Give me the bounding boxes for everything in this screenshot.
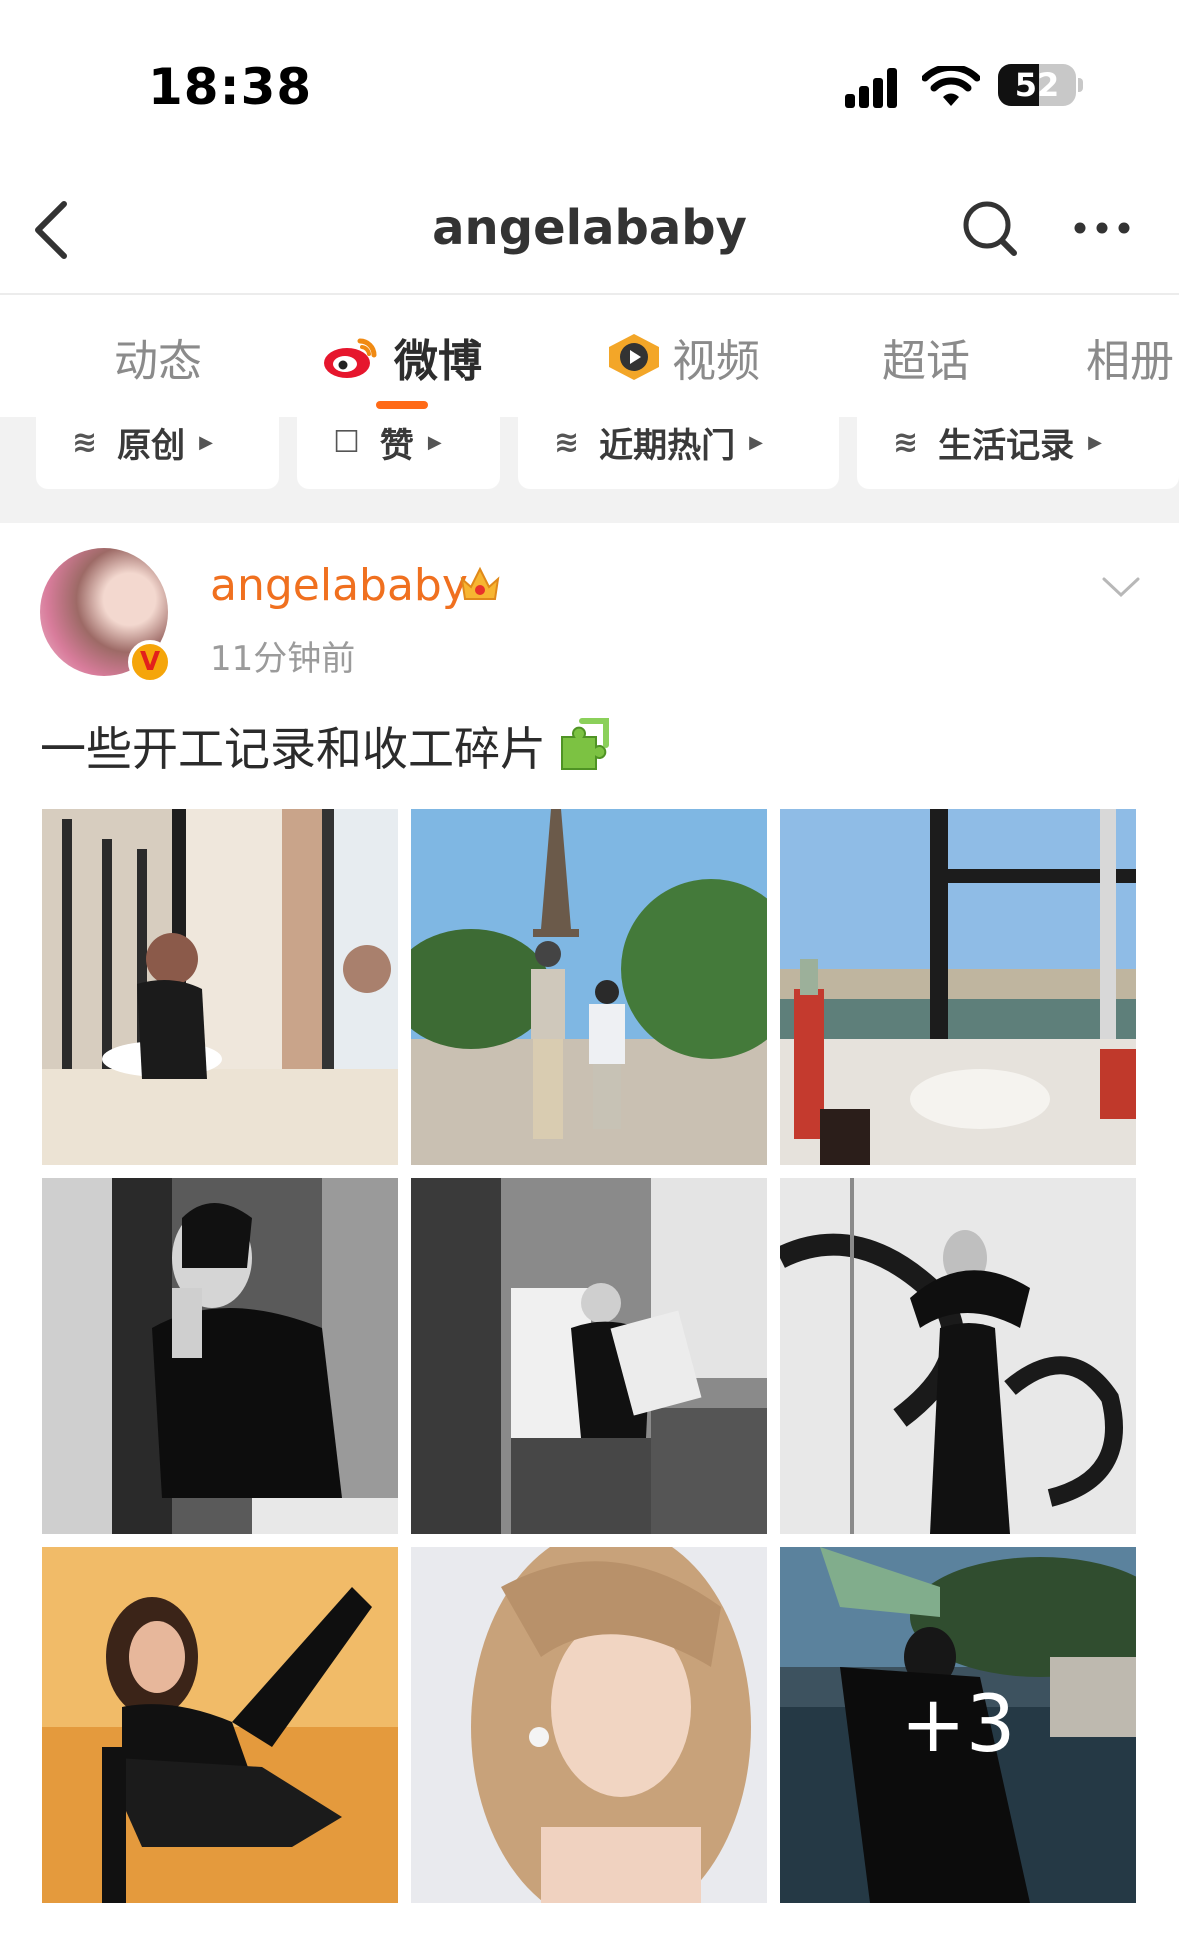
layers-icon: ≋ [72, 424, 98, 460]
chip-label: 生活记录 [938, 425, 1075, 466]
photo-thumbnail[interactable] [780, 809, 1136, 1165]
chip-label: 原创 [117, 425, 186, 466]
verified-badge-icon: V [128, 640, 172, 684]
nav-bar: angelababy [0, 160, 1179, 295]
tab-dynamics[interactable]: 动态 [114, 327, 202, 387]
chip-life-records[interactable]: ≋ 生活记录 ▶ [857, 417, 1179, 489]
triangle-right-icon: ▶ [1088, 431, 1102, 453]
video-play-icon [609, 334, 659, 380]
photo-thumbnail[interactable] [780, 1178, 1136, 1534]
tab-label: 微博 [394, 336, 482, 387]
tab-label: 视频 [672, 336, 760, 387]
chip-liked[interactable]: ☐ 赞 ▶ [297, 417, 500, 489]
post-text-content: 一些开工记录和收工碎片 [40, 722, 546, 776]
chip-label: 赞 [379, 425, 414, 466]
tab-video[interactable]: 视频 [606, 327, 760, 387]
photo-thumbnail-more[interactable]: +3 [780, 1547, 1136, 1903]
chevron-down-icon[interactable] [1100, 573, 1142, 603]
thumb-up-icon: ☐ [333, 424, 360, 460]
crown-icon [460, 566, 500, 600]
chip-original[interactable]: ≋ 原创 ▶ [36, 417, 279, 489]
more-icon[interactable] [1070, 196, 1134, 260]
post-timestamp: 11分钟前 [210, 639, 356, 679]
photo-thumbnail[interactable] [411, 1547, 767, 1903]
status-bar: 18:38 52 [0, 0, 1179, 160]
weibo-logo-icon [324, 338, 377, 378]
tab-label: 动态 [114, 336, 202, 387]
wifi-icon [922, 66, 980, 106]
battery-level: 52 [1014, 66, 1060, 104]
triangle-right-icon: ▶ [427, 431, 442, 453]
chip-recent-hot[interactable]: ≋ 近期热门 ▶ [518, 417, 839, 489]
search-icon[interactable] [960, 196, 1020, 260]
photo-thumbnail[interactable] [42, 1178, 398, 1534]
status-time: 18:38 [148, 58, 313, 116]
photo-grid: +3 [42, 809, 1136, 1905]
battery-icon: 52 [998, 64, 1076, 106]
chip-label: 近期热门 [599, 425, 736, 466]
filter-chips: ≋ 原创 ▶ ☐ 赞 ▶ ≋ 近期热门 ▶ ≋ 生活记录 ▶ [0, 417, 1179, 507]
post-username[interactable]: angelababy [210, 560, 468, 611]
tab-weibo[interactable]: 微博 [322, 327, 482, 387]
triangle-right-icon: ▶ [749, 431, 763, 453]
photo-thumbnail[interactable] [411, 1178, 767, 1534]
photo-thumbnail[interactable] [42, 1547, 398, 1903]
photo-thumbnail[interactable] [411, 809, 767, 1165]
section-divider [0, 507, 1179, 523]
weibo-post: V angelababy 11分钟前 一些开工记录和收工碎片 +3 [0, 523, 1179, 1943]
photo-thumbnail[interactable] [42, 809, 398, 1165]
cellular-signal-icon [845, 66, 905, 108]
triangle-right-icon: ▶ [199, 431, 213, 453]
post-text: 一些开工记录和收工碎片 [40, 713, 614, 779]
tab-album[interactable]: 相册 [1086, 327, 1174, 387]
layers-icon: ≋ [554, 424, 580, 460]
active-tab-indicator [376, 401, 428, 409]
profile-tabs: 动态 微博 视频 超话 相册 [0, 297, 1179, 417]
tab-super-topic[interactable]: 超话 [882, 327, 970, 387]
tab-label: 相册 [1086, 336, 1174, 387]
puzzle-piece-icon [561, 718, 609, 770]
battery-tip [1078, 78, 1083, 92]
layers-icon: ≋ [893, 424, 919, 460]
more-photos-count: +3 [780, 1547, 1136, 1903]
tab-label: 超话 [882, 336, 970, 387]
